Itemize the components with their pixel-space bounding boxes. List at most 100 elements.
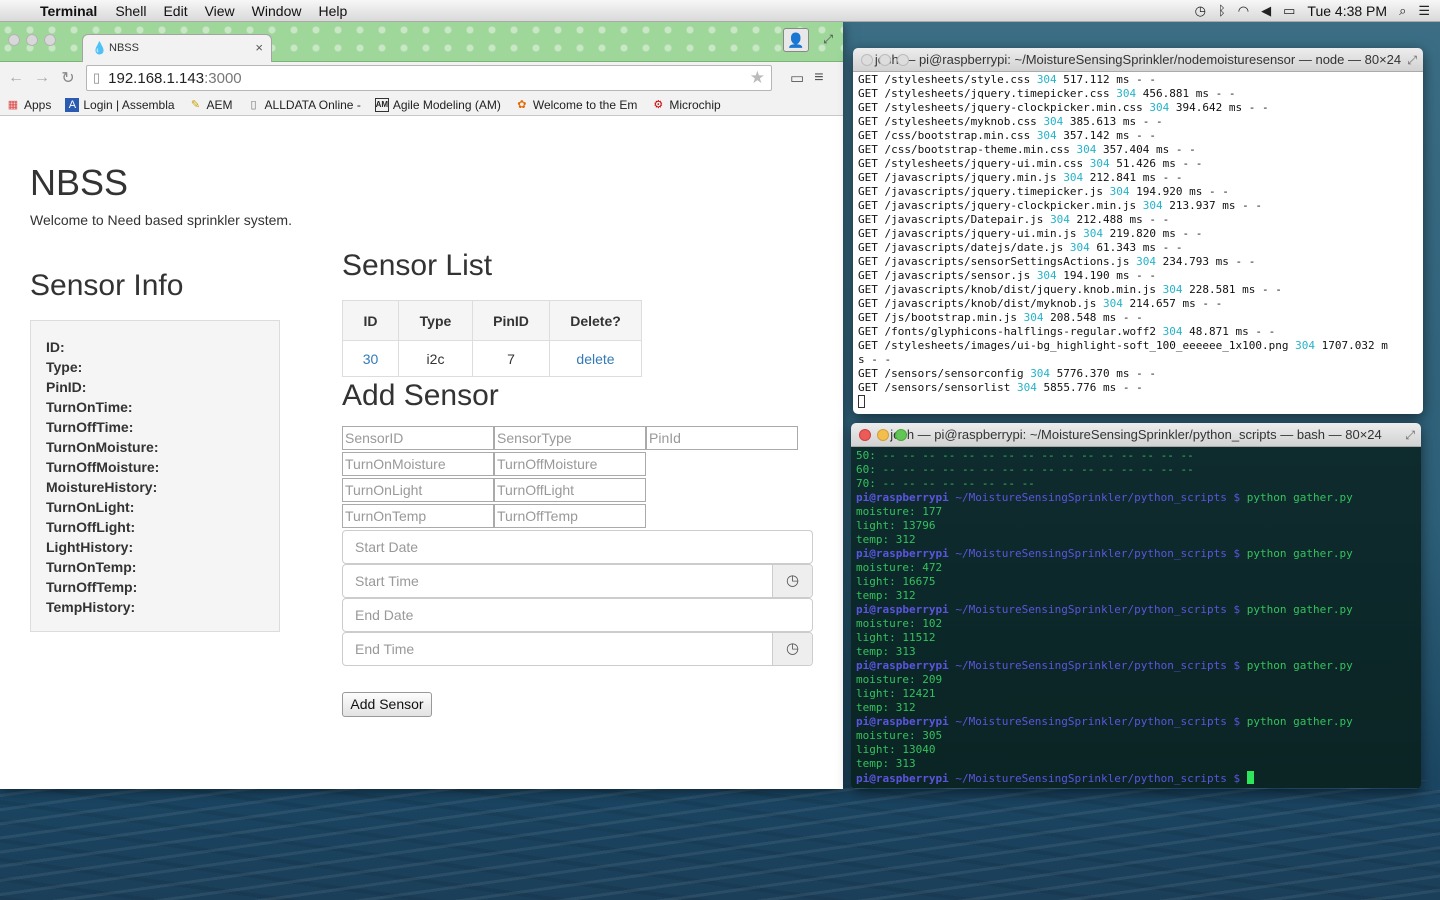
prompt-line: pi@raspberrypi ~/MoistureSensingSprinkle… bbox=[856, 603, 1421, 617]
bookmark-assembla[interactable]: A Login | Assembla bbox=[65, 97, 175, 112]
zoom-button[interactable] bbox=[895, 429, 907, 441]
add-sensor-button[interactable]: Add Sensor bbox=[342, 692, 432, 717]
clock-icon[interactable]: ◷ bbox=[772, 633, 812, 665]
prompt-line: pi@raspberrypi ~/MoistureSensingSprinkle… bbox=[856, 715, 1421, 729]
fullscreen-icon[interactable]: ⤢ bbox=[823, 32, 833, 47]
bookmark-label: Login | Assembla bbox=[83, 97, 175, 112]
forward-icon[interactable]: → bbox=[34, 69, 50, 87]
log-request: GET /javascripts/jquery-ui.min.js bbox=[858, 227, 1084, 240]
log-request: GET /stylesheets/myknob.css bbox=[858, 115, 1044, 128]
bookmark-alldata[interactable]: ▯ ALLDATA Online - bbox=[247, 98, 361, 112]
sensor-info-panel: ID: Type: PinID: TurnOnTime: TurnOffTime… bbox=[30, 320, 280, 632]
log-status: 304 bbox=[1036, 269, 1057, 282]
terminal-output[interactable]: 50: -- -- -- -- -- -- -- -- -- -- -- -- … bbox=[851, 447, 1421, 788]
bookmark-agile[interactable]: AM Agile Modeling (AM) bbox=[374, 97, 501, 112]
sensor-id-link[interactable]: 30 bbox=[342, 340, 399, 377]
timemachine-icon[interactable]: ◷ bbox=[1195, 3, 1206, 19]
minimize-button[interactable] bbox=[879, 54, 891, 66]
star-icon[interactable]: ★ bbox=[750, 68, 765, 88]
menu-view[interactable]: View bbox=[205, 3, 235, 19]
log-timing: 234.793 ms - - bbox=[1156, 255, 1256, 268]
end-date-input[interactable]: End Date bbox=[342, 598, 813, 632]
log-line: GET /stylesheets/style.css 304 517.112 m… bbox=[858, 73, 1423, 87]
column-header: Type bbox=[398, 300, 473, 341]
start-date-input[interactable]: Start Date bbox=[342, 530, 813, 564]
i2c-scan-line: 60: -- -- -- -- -- -- -- -- -- -- -- -- … bbox=[856, 463, 1194, 476]
zoom-button[interactable] bbox=[44, 34, 56, 46]
bluetooth-icon[interactable]: ᛒ bbox=[1218, 3, 1226, 18]
log-line: GET /fonts/glyphicons-halflings-regular.… bbox=[858, 325, 1423, 339]
bookmarks-bar: ▦ Apps A Login | Assembla ✎ AEM ▯ ALLDATA On… bbox=[0, 94, 843, 116]
turn-off-light-input[interactable]: TurnOffLight bbox=[494, 478, 646, 502]
close-tab-icon[interactable]: × bbox=[255, 40, 263, 55]
minimize-button[interactable] bbox=[877, 429, 889, 441]
log-status: 304 bbox=[1162, 283, 1183, 296]
terminal-title: josh — pi@raspberrypi: ~/MoistureSensing… bbox=[890, 427, 1382, 442]
bookmark-apps[interactable]: ▦ Apps bbox=[6, 98, 52, 112]
close-button[interactable] bbox=[861, 54, 873, 66]
terminal-output[interactable]: GET /stylesheets/style.css 304 517.112 m… bbox=[853, 72, 1423, 414]
log-request: GET /stylesheets/jquery.timepicker.css bbox=[858, 87, 1117, 100]
prompt-line: pi@raspberrypi ~/MoistureSensingSprinkle… bbox=[856, 547, 1421, 561]
bookmark-welcome[interactable]: ✿ Welcome to the Em bbox=[515, 98, 637, 112]
log-status: 304 bbox=[1103, 297, 1123, 310]
menu-clock[interactable]: Tue 4:38 PM bbox=[1307, 3, 1387, 19]
sensor-type-input[interactable]: SensorType bbox=[494, 426, 646, 450]
terminal-title-bar: josh — pi@raspberrypi: ~/MoistureSensing… bbox=[851, 423, 1421, 447]
browser-tab[interactable]: 💧 NBSS × bbox=[82, 34, 272, 62]
log-status: 304 bbox=[1030, 367, 1051, 380]
profile-icon[interactable]: 👤 bbox=[783, 28, 809, 52]
menu-help[interactable]: Help bbox=[318, 3, 347, 19]
clock-icon[interactable]: ◷ bbox=[772, 565, 812, 597]
close-button[interactable] bbox=[8, 34, 20, 46]
log-line: GET /javascripts/Datepair.js 304 212.488… bbox=[858, 213, 1423, 227]
menu-window[interactable]: Window bbox=[252, 3, 302, 19]
log-status: 304 bbox=[1116, 87, 1137, 100]
sensor-id-input[interactable]: SensorID bbox=[342, 426, 494, 450]
turn-on-temp-input[interactable]: TurnOnTemp bbox=[342, 504, 494, 528]
turn-off-temp-input[interactable]: TurnOffTemp bbox=[494, 504, 646, 528]
menu-icon[interactable]: ≡ bbox=[814, 69, 823, 87]
volume-icon[interactable]: ◀︎ bbox=[1261, 3, 1271, 19]
fullscreen-icon[interactable]: ⤢ bbox=[1407, 48, 1417, 71]
column-header: ID bbox=[342, 300, 399, 341]
turn-on-light-input[interactable]: TurnOnLight bbox=[342, 478, 494, 502]
page-icon: ▯ bbox=[250, 99, 257, 111]
sensor-pin-cell: 7 bbox=[472, 340, 550, 377]
address-bar[interactable]: ▯ 192.168.1.143:3000 ★ bbox=[86, 65, 772, 91]
reload-icon[interactable]: ↻ bbox=[60, 68, 76, 88]
cast-icon[interactable]: ▭ bbox=[790, 69, 804, 87]
zoom-button[interactable] bbox=[897, 54, 909, 66]
table-header-row: ID Type PinID Delete? bbox=[342, 300, 642, 341]
start-time-input[interactable]: Start Time ◷ bbox=[342, 564, 813, 598]
wifi-icon[interactable]: ◠ bbox=[1238, 3, 1249, 19]
menu-shell[interactable]: Shell bbox=[115, 3, 146, 19]
battery-icon[interactable]: ▭ bbox=[1283, 3, 1295, 19]
fullscreen-icon[interactable]: ⤢ bbox=[1405, 423, 1415, 446]
bookmark-aem[interactable]: ✎ AEM bbox=[189, 98, 233, 112]
bookmark-microchip[interactable]: ⚙ Microchip bbox=[651, 98, 720, 112]
log-status: 304 bbox=[1142, 199, 1163, 212]
log-line: GET /stylesheets/jquery-clockpicker.min.… bbox=[858, 101, 1423, 115]
turn-off-moisture-input[interactable]: TurnOffMoisture bbox=[494, 452, 646, 476]
minimize-button[interactable] bbox=[26, 34, 38, 46]
turn-on-moisture-input[interactable]: TurnOnMoisture bbox=[342, 452, 494, 476]
menu-app-name[interactable]: Terminal bbox=[40, 3, 97, 19]
end-time-input[interactable]: End Time ◷ bbox=[342, 632, 813, 666]
log-line: GET /stylesheets/images/ui-bg_highlight-… bbox=[858, 339, 1423, 353]
log-timing: 212.488 ms - - bbox=[1069, 213, 1170, 226]
delete-link[interactable]: delete bbox=[549, 340, 642, 377]
light-reading: light: 11512 bbox=[856, 631, 936, 644]
log-request: GET /javascripts/sensor.js bbox=[858, 269, 1037, 282]
log-timing: 214.657 ms - - bbox=[1122, 297, 1223, 310]
pin-id-input[interactable]: PinId bbox=[646, 426, 798, 450]
menu-edit[interactable]: Edit bbox=[163, 3, 187, 19]
bookmark-label: Agile Modeling (AM) bbox=[392, 97, 501, 112]
temp-reading: temp: 312 bbox=[856, 533, 916, 546]
close-button[interactable] bbox=[859, 429, 871, 441]
log-line: GET /javascripts/sensor.js 304 194.190 m… bbox=[858, 269, 1423, 283]
back-icon[interactable]: ← bbox=[8, 69, 24, 87]
end-time-placeholder: End Time bbox=[355, 641, 415, 657]
search-icon[interactable]: ⌕ bbox=[1399, 3, 1406, 19]
list-icon[interactable]: ☰ bbox=[1418, 3, 1430, 19]
